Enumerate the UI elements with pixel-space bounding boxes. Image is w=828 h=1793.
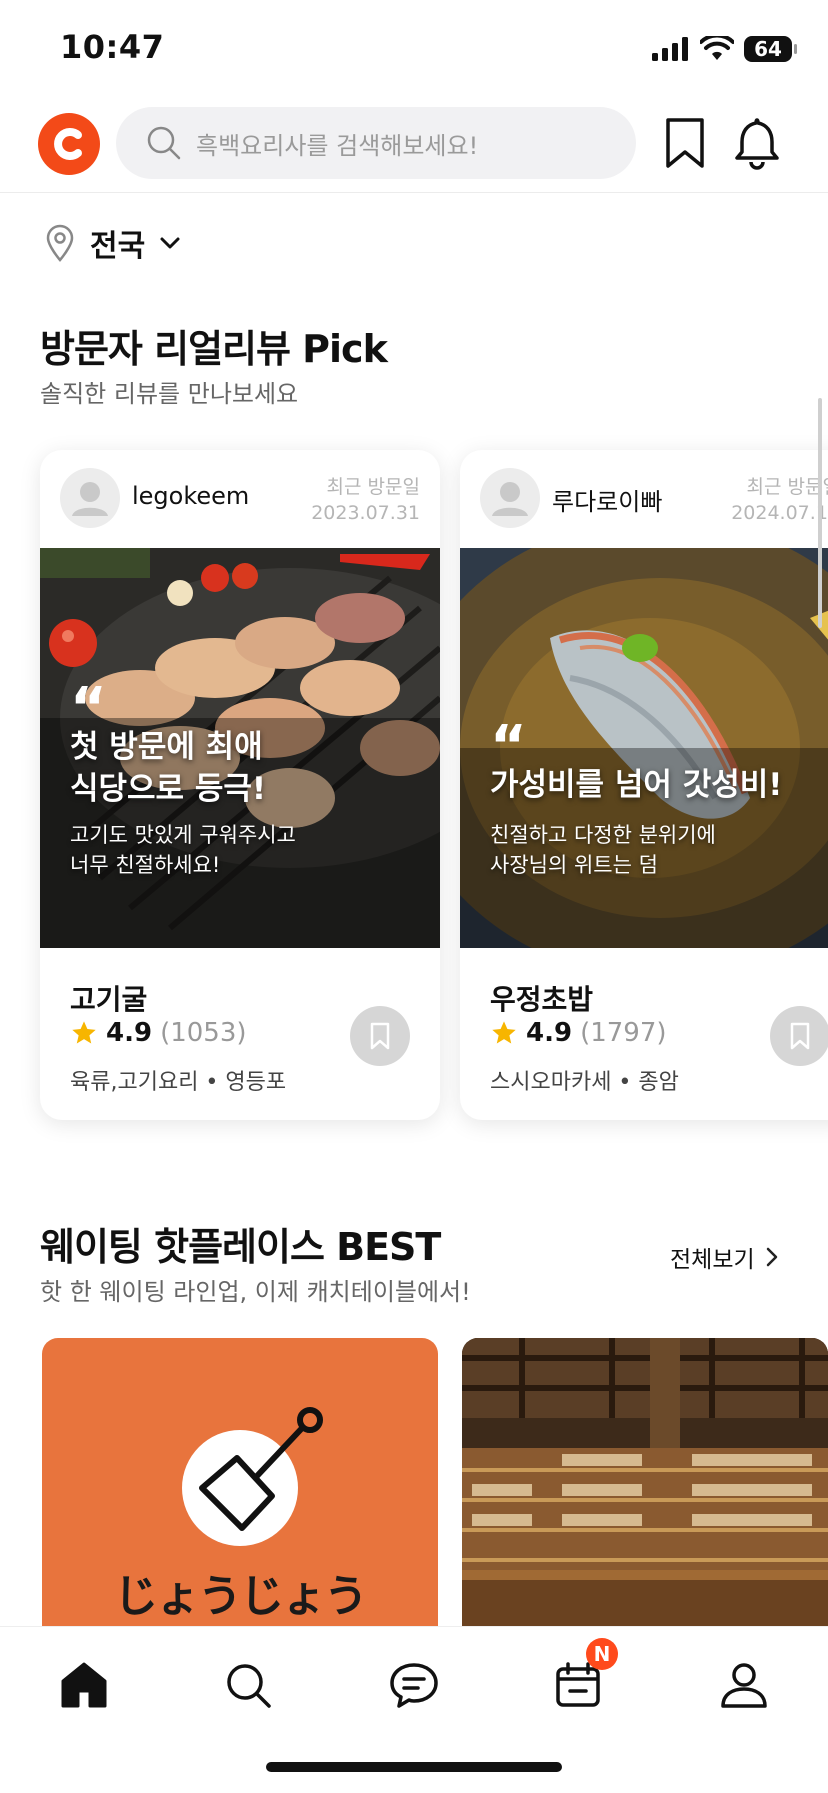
review-text: 사장님의 위트는 덤 bbox=[490, 853, 658, 877]
review-card[interactable]: 루다로이빠 최근 방문일 2024.07.11 “ 가성비를 넘어 갓성비! 친… bbox=[460, 450, 828, 1120]
restaurant-category: 스시오마카세 • 종암 bbox=[490, 1070, 679, 1095]
search-placeholder: 흑백요리사를 검색해보세요! bbox=[196, 131, 479, 160]
scroll-indicator bbox=[818, 398, 822, 628]
app-logo[interactable] bbox=[38, 113, 100, 175]
review-section-subtitle: 솔직한 리뷰를 만나보세요 bbox=[40, 380, 299, 408]
chat-icon bbox=[390, 1663, 438, 1708]
visit-label: 최근 방문일 bbox=[326, 476, 420, 498]
review-photo: “ 가성비를 넘어 갓성비! 친절하고 다정한 분위기에 사장님의 위트는 덤 bbox=[460, 548, 828, 948]
review-text: 친절하고 다정한 분위기에 bbox=[490, 823, 716, 847]
review-text: 고기도 맛있게 구워주시고 bbox=[70, 823, 296, 847]
review-text: 너무 친절하세요! bbox=[70, 853, 221, 877]
review-headline: 첫 방문에 최애 bbox=[70, 729, 263, 765]
star-icon bbox=[492, 1021, 516, 1044]
home-indicator bbox=[266, 1762, 562, 1772]
restaurant-name: 우정초밥 bbox=[490, 983, 594, 1016]
bookmark-button[interactable] bbox=[662, 116, 708, 170]
review-card[interactable]: legokeem 최근 방문일 2023.07.31 “ 첫 방문에 최애 식당… bbox=[40, 450, 440, 1120]
waiting-section-title: 웨이팅 핫플레이스 BEST bbox=[40, 1225, 441, 1269]
status-time: 10:47 bbox=[60, 28, 165, 66]
rating-value: 4.9 bbox=[106, 1018, 153, 1048]
bookmark-icon bbox=[790, 1022, 810, 1050]
location-pin-icon bbox=[46, 224, 74, 262]
restaurant-category: 육류,고기요리 • 영등포 bbox=[70, 1070, 287, 1095]
visit-date: 2023.07.31 bbox=[311, 502, 420, 524]
battery-indicator: 64 bbox=[744, 36, 797, 62]
tab-chat[interactable] bbox=[384, 1655, 444, 1715]
reviewer-name: legokeem bbox=[132, 482, 250, 510]
header-divider bbox=[0, 192, 828, 193]
wifi-icon bbox=[700, 36, 734, 60]
review-count: (1797) bbox=[580, 1018, 667, 1048]
reviewer-name: 루다로이빠 bbox=[552, 488, 663, 516]
rating-value: 4.9 bbox=[526, 1018, 573, 1048]
logo-c-icon bbox=[54, 128, 82, 160]
bookmark-icon bbox=[370, 1022, 390, 1050]
rating-row: 4.9 (1797) bbox=[490, 1018, 667, 1048]
battery-level: 64 bbox=[754, 37, 782, 61]
review-count: (1053) bbox=[160, 1018, 247, 1048]
status-icons: 64 bbox=[652, 32, 797, 66]
tab-home[interactable] bbox=[54, 1655, 114, 1715]
bell-icon bbox=[735, 118, 779, 170]
review-photo: “ 첫 방문에 최애 식당으로 등극! 고기도 맛있게 구워주시고 너무 친절하… bbox=[40, 548, 440, 948]
review-section-title: 방문자 리얼리뷰 Pick bbox=[40, 327, 388, 371]
region-label: 전국 bbox=[90, 229, 146, 264]
user-avatar-icon bbox=[492, 482, 528, 516]
star-icon bbox=[72, 1021, 96, 1044]
review-headline: 식당으로 등극! bbox=[70, 771, 267, 807]
notification-button[interactable] bbox=[732, 116, 782, 170]
restaurant-logo-text: じょうじょう bbox=[114, 1571, 368, 1622]
signal-icon bbox=[652, 37, 688, 61]
save-restaurant-button[interactable] bbox=[350, 1006, 410, 1066]
waiting-restaurant-card[interactable] bbox=[462, 1338, 828, 1628]
home-icon bbox=[61, 1662, 107, 1708]
visit-date: 2024.07.11 bbox=[731, 502, 828, 524]
waiting-section-subtitle: 핫 한 웨이팅 라인업, 이제 캐치테이블에서! bbox=[40, 1278, 471, 1306]
bar-interior-photo bbox=[462, 1338, 828, 1628]
chevron-down-icon bbox=[160, 237, 180, 249]
bookmark-icon bbox=[666, 118, 704, 168]
person-icon bbox=[721, 1663, 767, 1708]
see-all-link[interactable]: 전체보기 bbox=[670, 1240, 779, 1274]
search-icon bbox=[147, 126, 181, 160]
avatar bbox=[60, 468, 120, 528]
chevron-right-icon bbox=[766, 1247, 777, 1267]
user-avatar-icon bbox=[72, 482, 108, 516]
see-all-label: 전체보기 bbox=[670, 1247, 755, 1273]
visit-label: 최근 방문일 bbox=[746, 476, 828, 498]
search-icon bbox=[227, 1664, 271, 1708]
tab-profile[interactable] bbox=[714, 1655, 774, 1715]
restaurant-name: 고기굴 bbox=[70, 983, 148, 1016]
new-badge: N bbox=[586, 1638, 618, 1670]
review-headline: 가성비를 넘어 갓성비! bbox=[490, 767, 783, 803]
save-restaurant-button[interactable] bbox=[770, 1006, 828, 1066]
rating-row: 4.9 (1053) bbox=[70, 1018, 247, 1048]
waiting-restaurant-card[interactable]: じょうじょう bbox=[42, 1338, 438, 1628]
tab-search[interactable] bbox=[218, 1655, 278, 1715]
avatar bbox=[480, 468, 540, 528]
region-selector[interactable]: 전국 bbox=[44, 218, 181, 268]
search-bar[interactable]: 흑백요리사를 검색해보세요! bbox=[116, 107, 636, 179]
